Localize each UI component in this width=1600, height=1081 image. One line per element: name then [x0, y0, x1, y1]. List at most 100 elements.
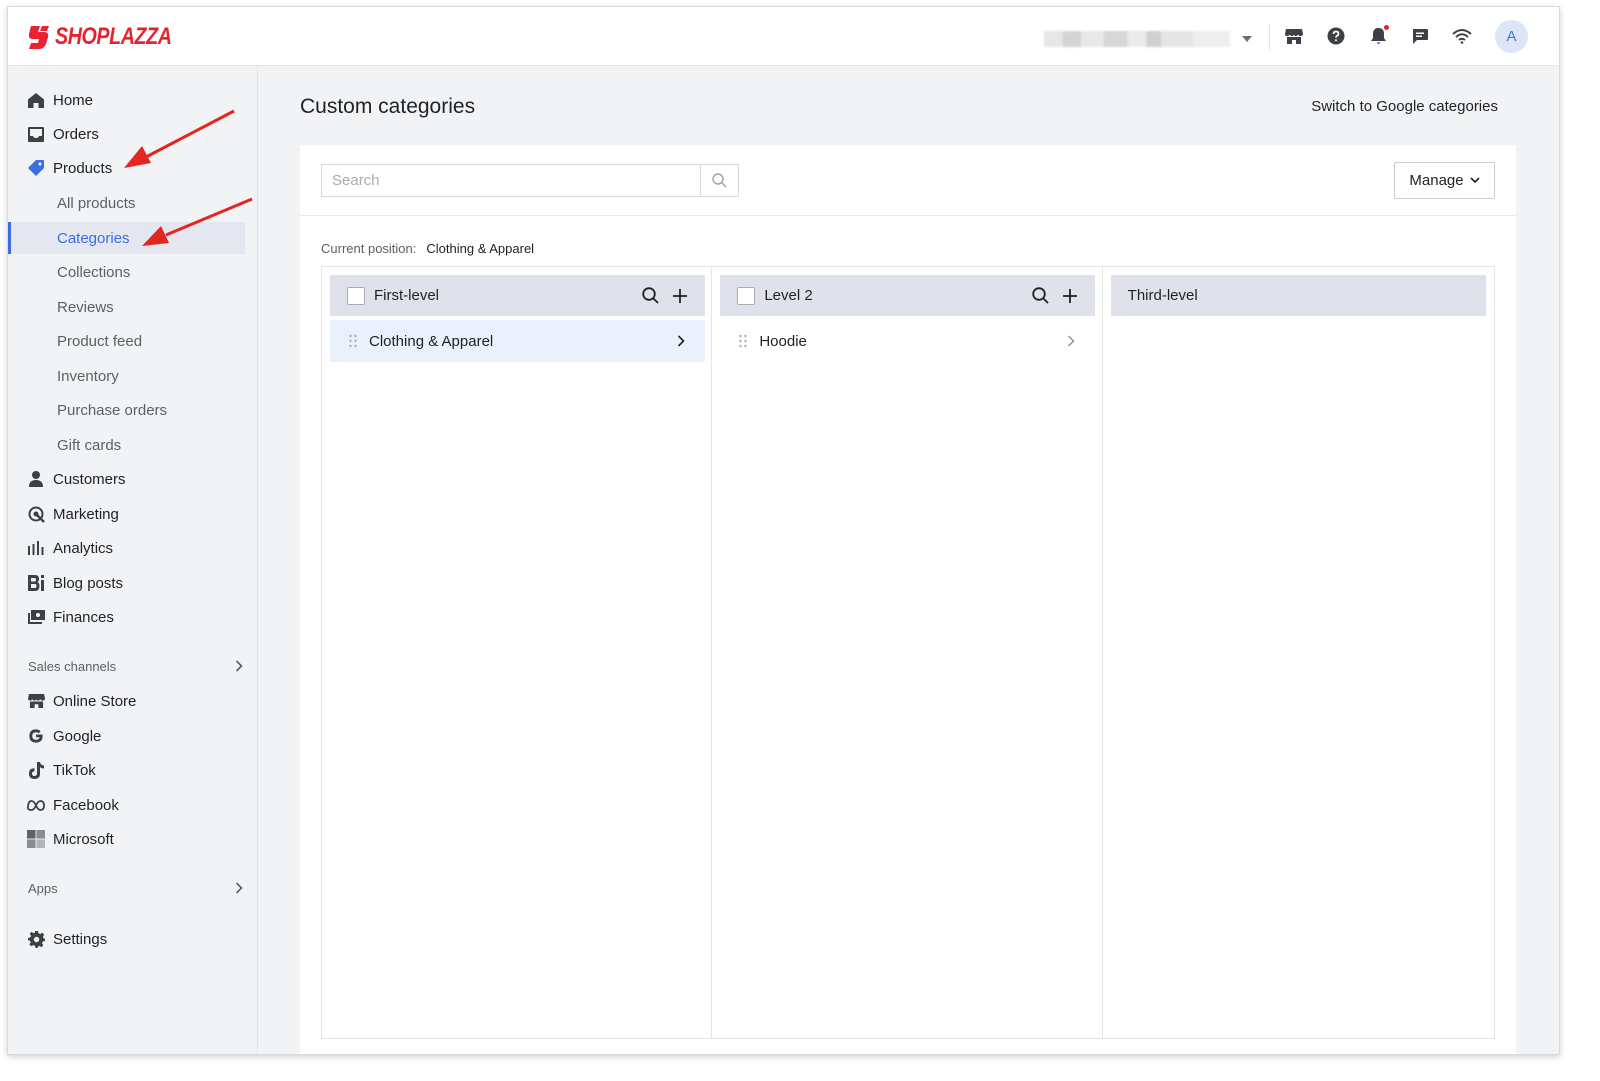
category-name: Hoodie [759, 332, 807, 350]
sidebar-subitem-product-feed[interactable]: Product feed [8, 325, 258, 357]
sidebar-label: Facebook [53, 796, 119, 814]
list-item[interactable]: Hoodie [720, 320, 1095, 362]
help-icon[interactable] [1325, 25, 1347, 47]
current-position: Current position: Clothing & Apparel [321, 241, 534, 256]
sidebar-item-orders[interactable]: Orders [8, 118, 258, 150]
categories-card: Manage Current position: Clothing & Appa… [300, 145, 1516, 1054]
sidebar-subitem-inventory[interactable]: Inventory [8, 360, 258, 392]
drag-handle-icon[interactable] [348, 334, 358, 348]
drag-handle-icon[interactable] [738, 334, 748, 348]
tag-icon [27, 159, 45, 177]
chevron-right-icon [235, 660, 243, 672]
sidebar-label: Orders [53, 125, 99, 143]
search-box [321, 164, 739, 197]
sidebar-label: Online Store [53, 692, 137, 710]
list-item[interactable]: Clothing & Apparel [330, 320, 705, 362]
category-columns: First-level Clothing & Apparel Level 2 H… [321, 266, 1495, 1039]
sidebar-item-customers[interactable]: Customers [8, 463, 258, 495]
tiktok-icon [27, 761, 45, 779]
bell-icon[interactable] [1367, 25, 1389, 47]
position-label: Current position: [321, 241, 417, 256]
sidebar-item-facebook[interactable]: Facebook [8, 789, 258, 821]
sidebar-item-home[interactable]: Home [8, 84, 258, 116]
chat-icon[interactable] [1409, 25, 1431, 47]
sidebar-label: Products [53, 159, 113, 177]
chevron-right-icon [677, 335, 687, 347]
sidebar-label: Reviews [57, 298, 114, 316]
sidebar-item-google[interactable]: Google [8, 720, 258, 752]
sidebar-item-products[interactable]: Products [8, 152, 258, 184]
sidebar-item-blog-posts[interactable]: Blog posts [8, 567, 258, 599]
select-all-checkbox[interactable] [347, 286, 365, 305]
sidebar-label: Microsoft [53, 830, 114, 848]
gear-icon [27, 930, 45, 948]
home-icon [27, 91, 45, 109]
sidebar-label: Google [53, 727, 102, 745]
person-icon [27, 470, 45, 488]
search-icon[interactable] [640, 286, 660, 306]
chevron-right-icon [1067, 335, 1077, 347]
topbar-divider [1269, 24, 1270, 50]
brand-logo[interactable]: SHOPLAZZA [27, 23, 197, 51]
switch-to-google-categories-link[interactable]: Switch to Google categories [1288, 98, 1498, 115]
search-button[interactable] [700, 165, 738, 196]
notification-dot [1384, 25, 1389, 30]
plus-icon[interactable] [1060, 286, 1080, 306]
wifi-icon[interactable] [1451, 25, 1473, 47]
sidebar-item-online-store[interactable]: Online Store [8, 685, 258, 717]
sidebar-subitem-all-products[interactable]: All products [8, 187, 258, 219]
select-all-checkbox[interactable] [737, 286, 756, 305]
sidebar-item-analytics[interactable]: Analytics [8, 532, 258, 564]
store-selector[interactable] [1044, 29, 1254, 49]
sidebar-subitem-reviews[interactable]: Reviews [8, 291, 258, 323]
sidebar-item-tiktok[interactable]: TikTok [8, 754, 258, 786]
sales-channels-header[interactable]: Sales channels [28, 656, 243, 676]
blog-icon [27, 574, 45, 592]
manage-button[interactable]: Manage [1394, 162, 1495, 199]
column-header: Third-level [1110, 275, 1486, 316]
category-column-first-level: First-level Clothing & Apparel [322, 267, 713, 1038]
sidebar-label: Blog posts [53, 574, 124, 592]
sidebar-label: Analytics [53, 539, 114, 557]
sidebar-subitem-categories[interactable]: Categories [8, 222, 258, 254]
sidebar-label: Collections [57, 263, 131, 281]
google-icon [27, 727, 45, 745]
column-title: First-level [374, 287, 440, 304]
active-indicator [8, 222, 11, 254]
category-column-third-level: Third-level [1103, 267, 1494, 1038]
brand-name: SHOPLAZZA [55, 23, 172, 50]
shoplazza-logo-icon [28, 26, 49, 49]
sidebar-label: Finances [53, 608, 114, 626]
user-avatar[interactable]: A [1495, 20, 1528, 53]
sidebar-subitem-gift-cards[interactable]: Gift cards [8, 429, 258, 461]
sidebar-item-settings[interactable]: Settings [8, 923, 258, 955]
sidebar-item-marketing[interactable]: Marketing [8, 498, 258, 530]
section-label: Sales channels [28, 658, 117, 674]
card-divider [300, 215, 1516, 216]
column-header: Level 2 [720, 275, 1096, 316]
category-name: Clothing & Apparel [369, 332, 494, 350]
sidebar-label: Purchase orders [57, 401, 168, 419]
meta-icon [27, 796, 45, 814]
sidebar-label: Marketing [53, 505, 119, 523]
sidebar-subitem-collections[interactable]: Collections [8, 256, 258, 288]
sidebar-label: Customers [53, 470, 126, 488]
search-input[interactable] [322, 165, 701, 196]
sidebar-subitem-purchase-orders[interactable]: Purchase orders [8, 394, 258, 426]
sidebar-item-finances[interactable]: Finances [8, 601, 258, 633]
search-icon [712, 173, 727, 188]
position-value: Clothing & Apparel [426, 241, 535, 256]
search-icon[interactable] [1030, 286, 1050, 306]
store-icon[interactable] [1283, 25, 1305, 47]
plus-icon[interactable] [670, 286, 690, 306]
sidebar-label: Inventory [57, 367, 119, 385]
apps-header[interactable]: Apps [28, 878, 243, 898]
sidebar-label: Gift cards [57, 436, 122, 454]
column-title: Third-level [1127, 287, 1198, 304]
sidebar-item-microsoft[interactable]: Microsoft [8, 823, 258, 855]
sidebar: Home Orders Products All products Catego… [8, 66, 258, 1054]
target-icon [27, 505, 45, 523]
sidebar-label: Home [53, 91, 94, 109]
app-window: SHOPLAZZA A Home Orders Products All pro… [7, 6, 1560, 1055]
sidebar-label: TikTok [53, 761, 96, 779]
